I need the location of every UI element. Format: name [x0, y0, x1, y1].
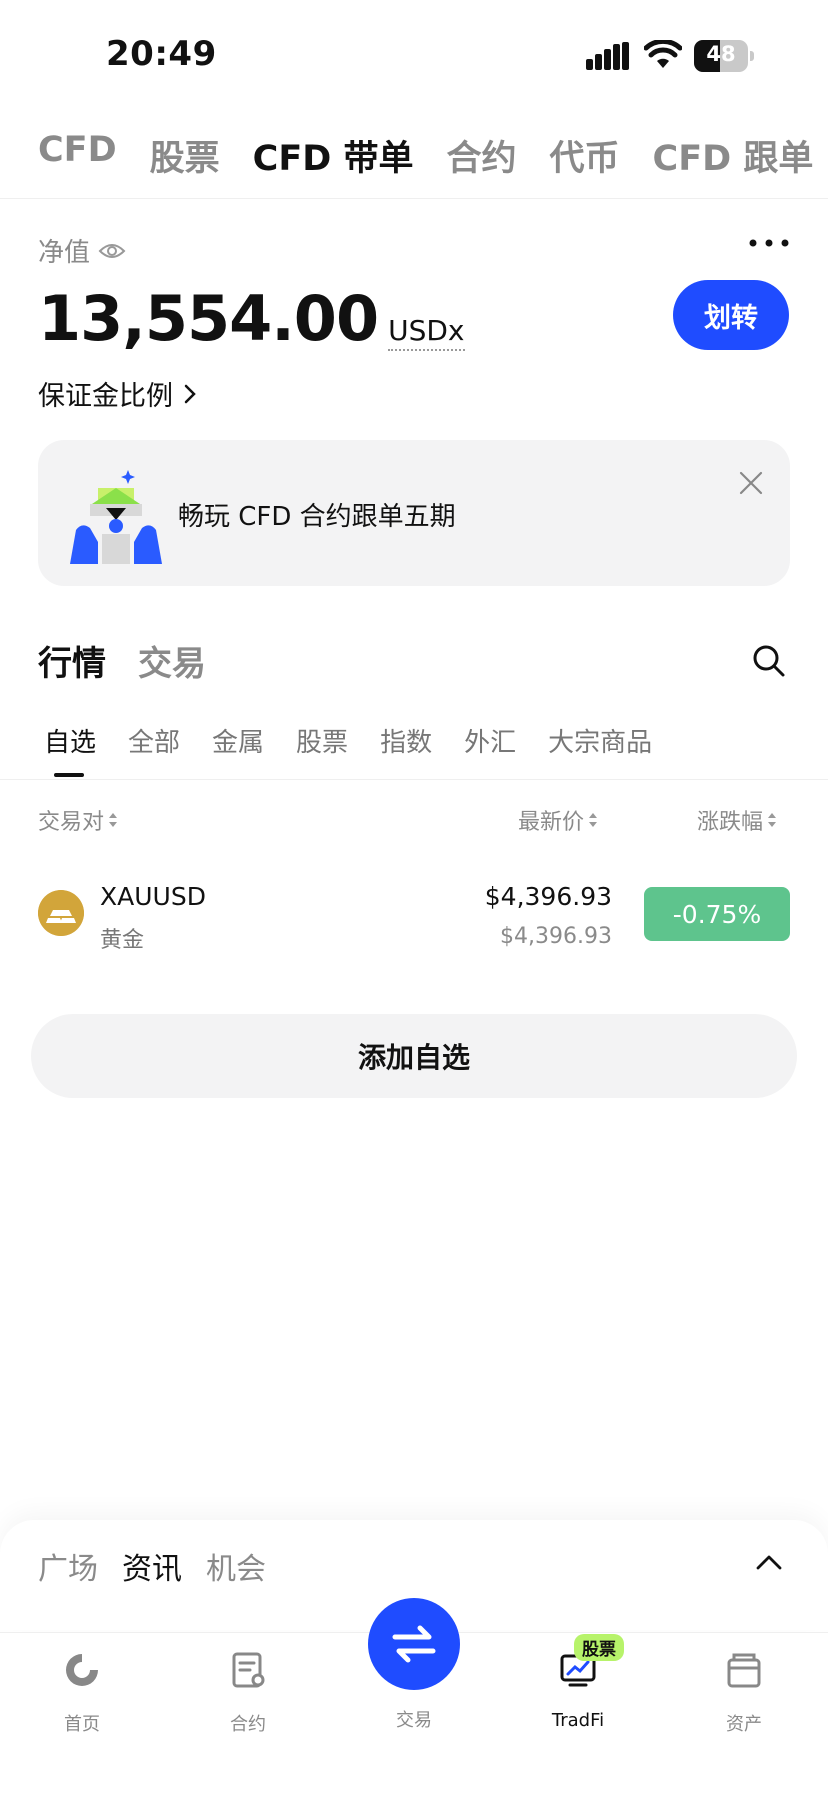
top-tab-tokens[interactable]: 代币	[550, 130, 620, 181]
top-tab-cfd-lead[interactable]: CFD 带单	[253, 130, 414, 181]
margin-ratio-link[interactable]: 保证金比例	[38, 374, 197, 413]
top-tab-futures[interactable]: 合约	[447, 130, 517, 181]
equity-unit[interactable]: USDx	[388, 314, 465, 351]
equity-label: 净值	[38, 238, 91, 268]
tradfi-badge: 股票	[574, 1634, 624, 1661]
nav-futures[interactable]: 合约	[188, 1650, 308, 1736]
top-tab-stocks[interactable]: 股票	[150, 130, 220, 181]
add-watchlist-button[interactable]: 添加自选	[31, 1014, 797, 1098]
column-header-change[interactable]: 涨跌幅	[697, 804, 777, 836]
chevron-right-icon	[184, 384, 196, 403]
cellular-signal-icon	[586, 42, 629, 70]
battery-icon: 48	[694, 40, 754, 72]
transfer-button[interactable]: 划转	[673, 280, 789, 350]
more-icon[interactable]	[748, 236, 790, 250]
promo-illustration-icon	[70, 470, 162, 564]
active-tab-indicator	[54, 773, 84, 777]
tab-trade[interactable]: 交易	[138, 636, 206, 685]
nav-futures-label: 合约	[230, 1714, 266, 1735]
tab-opportunities[interactable]: 机会	[206, 1544, 266, 1588]
equity-label-row: 净值	[38, 232, 126, 269]
cat-tab-indices[interactable]: 指数	[380, 722, 432, 759]
cat-tab-forex[interactable]: 外汇	[464, 722, 516, 759]
chevron-up-icon[interactable]	[756, 1554, 782, 1570]
margin-ratio-label: 保证金比例	[38, 381, 173, 412]
wallet-icon	[727, 1653, 761, 1688]
divider	[0, 779, 828, 780]
trade-button[interactable]	[368, 1598, 460, 1690]
equity-value-row: 13,554.00 USDx	[38, 282, 465, 355]
top-tab-cfd[interactable]: CFD	[38, 130, 117, 181]
nav-home[interactable]: 首页	[22, 1650, 142, 1736]
status-time: 20:49	[106, 34, 217, 74]
gold-bars-icon	[38, 890, 84, 936]
battery-level: 48	[706, 42, 736, 66]
cat-tab-commodities[interactable]: 大宗商品	[548, 722, 652, 759]
cat-tab-stocks[interactable]: 股票	[296, 722, 348, 759]
tab-market[interactable]: 行情	[38, 636, 106, 685]
wifi-icon	[644, 40, 682, 68]
nav-assets[interactable]: 资产	[684, 1650, 804, 1736]
section-tabs: 行情 交易	[38, 636, 206, 685]
home-icon	[66, 1654, 98, 1686]
sort-icon	[589, 813, 598, 827]
futures-icon	[232, 1652, 265, 1688]
symbol: XAUUSD	[100, 882, 206, 911]
equity-amount: 13,554.00	[38, 282, 379, 355]
close-icon[interactable]	[738, 470, 764, 496]
mark-price: $4,396.93	[500, 924, 612, 949]
category-tabs: 自选 全部 金属 股票 指数 外汇 大宗商品	[44, 722, 684, 759]
sort-icon	[768, 813, 777, 827]
nav-tradfi-label: TradFi	[551, 1710, 605, 1731]
sort-icon	[109, 813, 118, 827]
promo-banner[interactable]: 畅玩 CFD 合约跟单五期	[38, 440, 790, 586]
banner-text: 畅玩 CFD 合约跟单五期	[178, 502, 456, 532]
eye-icon[interactable]	[98, 241, 126, 261]
top-tab-cfd-copy[interactable]: CFD 跟单	[653, 130, 814, 181]
cat-tab-metals[interactable]: 金属	[212, 722, 264, 759]
column-header-pair[interactable]: 交易对	[38, 804, 118, 836]
market-row[interactable]: XAUUSD 黄金 $4,396.93 $4,396.93 -0.75%	[38, 870, 790, 960]
tab-square[interactable]: 广场	[38, 1544, 98, 1588]
swap-icon	[392, 1625, 436, 1663]
sheet-tabs: 广场 资讯 机会	[38, 1544, 266, 1588]
nav-assets-label: 资产	[726, 1714, 762, 1735]
search-icon[interactable]	[752, 644, 786, 678]
divider	[0, 198, 828, 199]
nav-home-label: 首页	[64, 1714, 100, 1735]
column-header-last-price[interactable]: 最新价	[518, 804, 598, 836]
status-bar: 20:49 48	[0, 0, 828, 110]
nav-trade-label: 交易	[396, 1710, 432, 1731]
cat-tab-watchlist[interactable]: 自选	[44, 722, 96, 759]
top-tabs: CFD 股票 CFD 带单 合约 代币 CFD 跟单	[38, 130, 828, 181]
tab-news[interactable]: 资讯	[122, 1544, 182, 1588]
nav-tradfi[interactable]: TradFi	[518, 1650, 638, 1731]
change-badge[interactable]: -0.75%	[644, 887, 790, 941]
cat-tab-all[interactable]: 全部	[128, 722, 180, 759]
last-price: $4,396.93	[484, 882, 612, 911]
symbol-name: 黄金	[100, 928, 145, 953]
